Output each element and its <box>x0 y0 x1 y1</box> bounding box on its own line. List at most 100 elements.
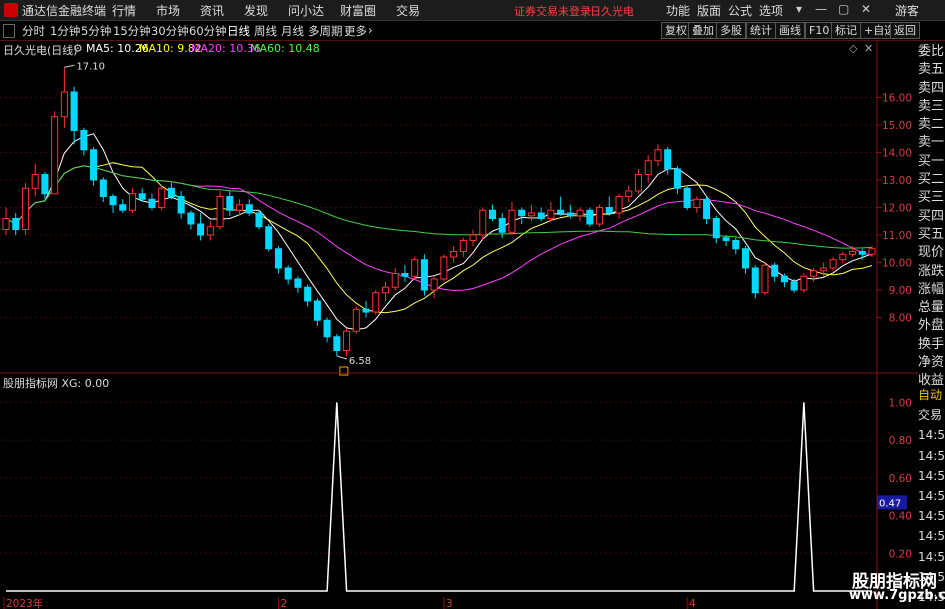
candle-body <box>771 264 779 277</box>
candle-body <box>566 212 574 217</box>
menu-item-formula[interactable]: 公式 <box>728 2 752 19</box>
ma60-label: MA60: 10.48 <box>250 42 320 55</box>
tab-period-30min[interactable]: 30分钟 <box>151 23 189 39</box>
settings-icon[interactable]: ⚙ <box>73 42 83 55</box>
indicator-title: 股朋指标网 XG: 0.00 <box>3 377 110 390</box>
chevron-right-icon[interactable]: › <box>368 23 373 37</box>
candle-body <box>255 212 263 228</box>
mark-button[interactable]: 标记 <box>831 22 861 39</box>
tab-period-monthly[interactable]: 月线 <box>281 23 304 39</box>
menu-item-function[interactable]: 功能 <box>666 2 690 19</box>
draw-line-button[interactable]: 画线 <box>775 22 805 39</box>
menu-item-market[interactable]: 行情 <box>112 2 136 19</box>
dropdown-icon[interactable]: ▾ <box>796 2 802 16</box>
candle-body <box>683 187 691 208</box>
candle-body <box>810 270 818 277</box>
candle-body <box>430 278 438 291</box>
candle-body <box>693 198 701 208</box>
stats-button[interactable]: 统计 <box>746 22 776 39</box>
event-marker-icon <box>339 366 349 376</box>
adjust-button[interactable]: 复权 <box>661 22 691 39</box>
candle-body <box>479 209 487 236</box>
candle-body <box>839 253 847 261</box>
back-button[interactable]: 返回 <box>890 22 920 39</box>
tab-period-timeshare[interactable]: 分时 <box>22 23 45 39</box>
tab-period-1min[interactable]: 1分钟 <box>50 23 80 39</box>
y-tick-label: 12.00 <box>882 203 912 215</box>
candle-body <box>722 237 730 241</box>
candle-body <box>216 196 224 228</box>
trade-label[interactable]: 交易 <box>918 405 945 425</box>
candle-body <box>411 259 419 277</box>
candle-body <box>304 286 312 302</box>
y-tick-label: 8.00 <box>889 313 912 325</box>
candle-body <box>343 330 351 351</box>
y-tick-label: 15.00 <box>882 120 912 132</box>
menu-item-options[interactable]: 选项 <box>759 2 783 19</box>
candle-body <box>498 218 506 233</box>
candle-body <box>673 168 681 189</box>
menu-item-news[interactable]: 资讯 <box>200 2 224 19</box>
candle-body <box>294 278 302 288</box>
candle-body <box>206 226 214 236</box>
tab-period-5min[interactable]: 5分钟 <box>81 23 111 39</box>
candle-body <box>226 196 234 211</box>
candle-body <box>12 218 20 230</box>
tab-period-daily[interactable]: 日线 <box>227 23 250 39</box>
f10-button[interactable]: F10 <box>805 22 834 39</box>
candle-body <box>596 207 604 225</box>
toggle-sidebar-icon[interactable] <box>3 24 15 38</box>
quote-label: 现价 <box>918 245 945 261</box>
app-title: 通达信金融终端 <box>22 4 107 18</box>
candle-body <box>547 209 555 219</box>
tab-period-15min[interactable]: 15分钟 <box>113 23 151 39</box>
tab-period-more[interactable]: 更多 <box>344 23 367 39</box>
tab-period-60min[interactable]: 60分钟 <box>189 23 227 39</box>
candle-body <box>800 275 808 291</box>
close-panel-icon[interactable]: ✕ <box>864 42 873 55</box>
candle-body <box>372 292 380 313</box>
candle-body <box>21 187 29 230</box>
chart-title: 日久光电(日线) <box>3 44 78 57</box>
menu-item-assistant[interactable]: 问小达 <box>288 2 324 19</box>
guest-login[interactable]: 游客 <box>895 2 919 19</box>
candle-body <box>790 281 798 291</box>
stock-name-top: 日久光电 <box>590 5 634 18</box>
candle-body <box>245 204 253 214</box>
menu-item-discover[interactable]: 发现 <box>244 2 268 19</box>
menu-item-wealth[interactable]: 财富圈 <box>340 2 376 19</box>
candle-body <box>868 248 876 255</box>
quote-label: 净资 <box>918 355 945 371</box>
price-chart[interactable]: 17.10 6.58 1.00 0.80 0.60 0.40 0.20 0.47 16.00… <box>0 41 918 609</box>
indicator-tick-label: 0.40 <box>889 511 912 523</box>
candle-body <box>177 196 185 214</box>
indicator-marker-label: 0.47 <box>879 498 901 509</box>
maximize-icon[interactable]: ▢ <box>838 2 849 16</box>
close-icon[interactable]: ✕ <box>861 2 871 16</box>
y-tick-label: 13.00 <box>882 175 912 187</box>
ma5-line <box>5 133 873 331</box>
multi-stock-button[interactable]: 多股 <box>716 22 746 39</box>
quote-label: 涨幅 <box>918 281 945 297</box>
menu-item-layout[interactable]: 版面 <box>697 2 721 19</box>
menu-item-trade[interactable]: 交易 <box>396 2 420 19</box>
login-warning[interactable]: 证券交易未登录 <box>514 3 591 19</box>
tab-period-weekly[interactable]: 周线 <box>254 23 277 39</box>
candle-body <box>60 91 68 118</box>
overlay-button[interactable]: 叠加 <box>688 22 718 39</box>
tab-period-multi[interactable]: 多周期 <box>308 23 343 39</box>
menu-item-markets[interactable]: 市场 <box>156 2 180 19</box>
candle-body <box>605 207 613 214</box>
candle-body <box>138 193 146 200</box>
quote-label: 买四 <box>918 208 945 224</box>
tick-time: 14:56 <box>918 509 945 524</box>
minimize-icon[interactable]: — <box>815 2 827 16</box>
candle-body <box>780 275 788 283</box>
diamond-icon[interactable]: ◇ <box>849 42 857 55</box>
tick-time: 14:56 <box>918 468 945 483</box>
candle-body <box>274 248 282 269</box>
x-tick-label: 2023年 <box>6 597 43 609</box>
auto-label[interactable]: 自动 <box>918 385 945 405</box>
candle-body <box>236 204 244 211</box>
quote-label: 买五 <box>918 226 945 242</box>
